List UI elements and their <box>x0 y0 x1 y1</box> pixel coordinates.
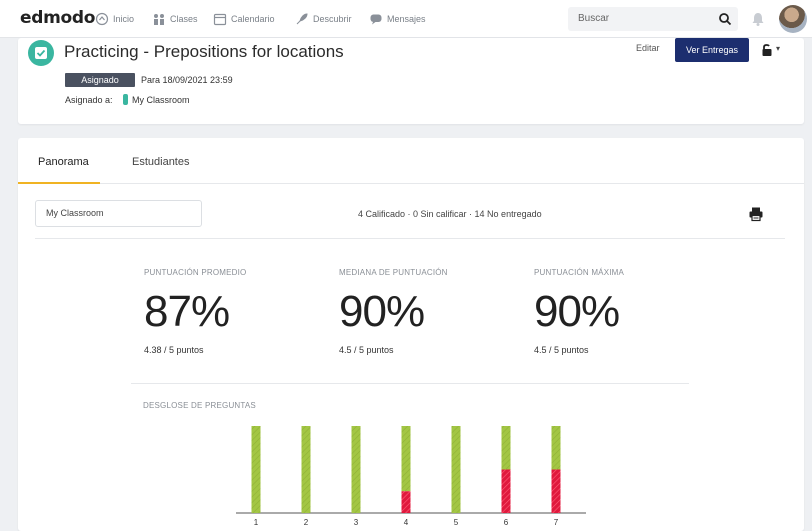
nav-item-mensajes[interactable]: Mensajes <box>369 12 426 26</box>
bar-correct-q3[interactable] <box>351 426 361 513</box>
top-nav: edmodo Inicio Clases Calendario Descubri… <box>0 0 812 38</box>
bar-correct-q6[interactable] <box>501 426 511 470</box>
user-avatar[interactable] <box>779 5 807 33</box>
chevron-down-icon[interactable]: ▾ <box>776 44 780 53</box>
stat-max: PUNTUACIÓN MÁXIMA 90% 4.5 / 5 puntos <box>534 268 714 355</box>
x-tick-label: 2 <box>304 518 309 527</box>
nav-item-descubrir[interactable]: Descubrir <box>295 12 352 26</box>
class-color-dot <box>123 94 128 105</box>
stat-value: 90% <box>534 287 620 336</box>
x-tick-label: 4 <box>404 518 409 527</box>
assignment-header-card: Practicing - Prepositions for locations … <box>18 38 804 124</box>
search-placeholder: Buscar <box>578 13 610 24</box>
edit-button[interactable]: Editar <box>636 43 660 53</box>
x-tick-label: 7 <box>554 518 559 527</box>
assigned-to-label: Asignado a: <box>65 95 113 105</box>
rocket-icon <box>296 13 308 25</box>
stat-label: MEDIANA DE PUNTUACIÓN <box>339 268 448 277</box>
nav-item-clases[interactable]: Clases <box>152 12 198 26</box>
bar-correct-q4[interactable] <box>401 426 411 492</box>
calendar-icon <box>213 13 227 26</box>
submission-summary: 4 Calificado · 0 Sin calificar · 14 No e… <box>358 209 542 219</box>
x-tick-label: 1 <box>254 518 259 527</box>
active-tab-indicator <box>18 182 100 184</box>
stat-median: MEDIANA DE PUNTUACIÓN 90% 4.5 / 5 puntos <box>339 268 519 355</box>
bar-correct-q5[interactable] <box>451 426 461 513</box>
tab-bar: Panorama Estudiantes <box>18 138 804 184</box>
assignment-check-icon <box>35 47 47 59</box>
stat-points: 4.5 / 5 puntos <box>339 345 394 355</box>
x-tick-label: 6 <box>504 518 509 527</box>
nav-label: Mensajes <box>387 14 426 24</box>
x-tick-label: 5 <box>454 518 459 527</box>
due-date: Para 18/09/2021 23:59 <box>141 75 233 85</box>
chat-icon <box>370 14 382 25</box>
bar-incorrect-q4[interactable] <box>401 491 411 513</box>
nav-item-inicio[interactable]: Inicio <box>95 12 134 26</box>
home-icon <box>95 12 109 26</box>
divider <box>131 383 689 384</box>
stat-value: 90% <box>339 287 425 336</box>
search-icon[interactable] <box>718 12 732 26</box>
nav-label: Inicio <box>113 14 135 24</box>
nav-item-calendario[interactable]: Calendario <box>213 12 275 26</box>
divider <box>35 238 785 239</box>
stat-points: 4.38 / 5 puntos <box>144 345 204 355</box>
x-tick-label: 3 <box>354 518 359 527</box>
tab-estudiantes[interactable]: Estudiantes <box>132 156 189 168</box>
notification-bell-icon[interactable] <box>750 11 766 27</box>
stat-label: PUNTUACIÓN PROMEDIO <box>144 268 247 277</box>
nav-label: Calendario <box>231 14 275 24</box>
assignment-icon <box>28 40 54 66</box>
class-filter-select[interactable]: My Classroom <box>35 200 202 227</box>
overview-card: Panorama Estudiantes My Classroom 4 Cali… <box>18 138 804 531</box>
bar-correct-q1[interactable] <box>251 426 261 513</box>
search-input[interactable]: Buscar <box>568 7 738 31</box>
assigned-class-link[interactable]: My Classroom <box>132 95 190 105</box>
tab-panorama[interactable]: Panorama <box>38 156 89 168</box>
status-badge: Asignado <box>65 73 135 87</box>
stat-value: 87% <box>144 287 230 336</box>
question-breakdown-chart: 1 2 3 4 5 6 7 <box>236 426 586 527</box>
nav-label: Descubrir <box>313 14 352 24</box>
classes-icon <box>154 14 164 25</box>
bar-incorrect-q6[interactable] <box>501 469 511 514</box>
bar-correct-q2[interactable] <box>301 426 311 513</box>
edmodo-logo[interactable]: edmodo <box>20 8 95 28</box>
stat-label: PUNTUACIÓN MÁXIMA <box>534 268 625 277</box>
view-submissions-button[interactable]: Ver Entregas <box>675 38 749 62</box>
nav-label: Clases <box>170 14 198 24</box>
assignment-title: Practicing - Prepositions for locations <box>64 42 344 61</box>
unlock-icon[interactable] <box>760 43 774 57</box>
bar-incorrect-q7[interactable] <box>551 469 561 514</box>
bar-correct-q7[interactable] <box>551 426 561 470</box>
stat-average: PUNTUACIÓN PROMEDIO 87% 4.38 / 5 puntos <box>144 268 324 355</box>
print-icon[interactable] <box>748 206 764 222</box>
stat-points: 4.5 / 5 puntos <box>534 345 589 355</box>
